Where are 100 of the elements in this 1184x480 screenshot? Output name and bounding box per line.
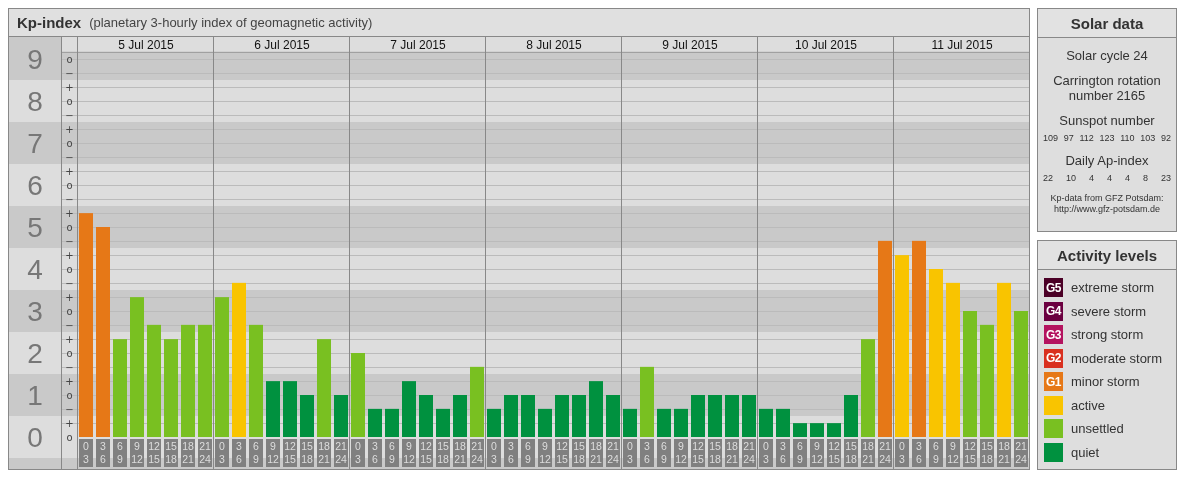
x-tick-label: 3 6 (100, 440, 107, 465)
third-mark: − (65, 109, 74, 121)
x-tick-label: 6 9 (661, 440, 668, 465)
time-range-label: 15 18 (708, 439, 722, 467)
time-range-label: 21 24 (1014, 439, 1028, 467)
third-mark: − (65, 403, 74, 415)
kp-bar (419, 395, 433, 437)
source-url: http://www.gfz-potsdam.de (1052, 204, 1162, 215)
x-tick-label: 3 6 (644, 440, 651, 465)
level-label: active (1071, 397, 1105, 413)
kp-bar (793, 423, 807, 437)
date-label: 8 Jul 2015 (526, 38, 582, 52)
time-range-label: 0 3 (759, 439, 773, 467)
third-mark: + (65, 123, 74, 135)
time-range-label: 0 3 (895, 439, 909, 467)
third-mark: + (65, 165, 74, 177)
level-label: quiet (1071, 444, 1100, 460)
date-label: 6 Jul 2015 (254, 38, 310, 52)
time-range-label: 15 18 (436, 439, 450, 467)
third-mark: o (66, 389, 73, 401)
kp-bar (725, 395, 739, 437)
time-range-label: 6 9 (793, 439, 807, 467)
time-range-label: 21 24 (198, 439, 212, 467)
time-range-label: 18 21 (997, 439, 1011, 467)
time-range-label: 6 9 (521, 439, 535, 467)
x-tick-label: 0 3 (491, 440, 498, 465)
time-range-label: 9 12 (538, 439, 552, 467)
kp-bar (657, 408, 671, 437)
kp-bar (708, 395, 722, 437)
kp-axis-label: 8 (27, 86, 43, 117)
kp-bar (385, 408, 399, 437)
level-label: strong storm (1071, 327, 1144, 342)
time-range-label: 21 24 (470, 439, 484, 467)
third-mark: o (66, 53, 73, 65)
kp-bar (487, 408, 501, 437)
x-tick-label: 3 6 (236, 440, 243, 465)
third-mark: + (65, 81, 74, 93)
ap-index-value: 23 (1160, 173, 1171, 183)
kp-bar (470, 366, 484, 437)
kp-bar (266, 381, 280, 437)
kp-axis-label: 7 (27, 128, 43, 159)
ap-index-value: 10 (1066, 173, 1076, 183)
level-badge: G2 (1044, 348, 1063, 368)
kp-axis-label: 3 (27, 296, 43, 327)
time-range-label: 21 24 (742, 439, 756, 467)
time-range-label: 0 3 (487, 439, 501, 467)
level-label: minor storm (1071, 374, 1140, 389)
third-mark: o (66, 347, 73, 359)
chart-subtitle: (planetary 3-hourly index of geomagnetic activity) (89, 15, 373, 30)
time-range-label: 12 15 (419, 439, 433, 467)
kp-bar (674, 408, 688, 437)
source-text: Kp-data from GFZ Potsdam: (1049, 193, 1165, 204)
time-range-label: 3 6 (912, 439, 926, 467)
x-tick-label: 6 9 (253, 440, 260, 465)
sunspot-value: 123 (1099, 133, 1115, 143)
sunspot-value: 103 (1140, 133, 1156, 143)
kp-axis-label: 6 (27, 170, 43, 201)
x-tick-label: 6 9 (933, 440, 940, 465)
kp-axis-label: 2 (27, 338, 43, 369)
kp-bar (776, 408, 790, 437)
kp-bar (436, 408, 450, 437)
level-label: extreme storm (1071, 280, 1155, 295)
kp-bar (623, 408, 637, 437)
x-tick-label: 6 9 (389, 440, 396, 465)
time-range-label: 12 15 (555, 439, 569, 467)
x-tick-label: 3 6 (372, 440, 379, 465)
time-range-label: 18 21 (861, 439, 875, 467)
time-range-label: 3 6 (96, 439, 110, 467)
kp-bar (759, 408, 773, 437)
kp-bar (283, 381, 297, 437)
x-tick-label: 6 9 (797, 440, 804, 465)
time-range-label: 15 18 (980, 439, 994, 467)
kp-bar (334, 395, 348, 437)
third-mark: o (66, 305, 73, 317)
time-range-label: 21 24 (334, 439, 348, 467)
time-range-label: 12 15 (147, 439, 161, 467)
kp-bar (691, 395, 705, 437)
third-mark: − (65, 67, 74, 79)
kp-bar (827, 423, 841, 437)
x-tick-label: 0 3 (83, 440, 90, 465)
kp-bar (300, 395, 314, 437)
time-range-label: 18 21 (317, 439, 331, 467)
date-label: 7 Jul 2015 (390, 38, 446, 52)
level-label: severe storm (1071, 303, 1147, 319)
panel-title: Solar data (1038, 9, 1176, 38)
third-mark: + (65, 249, 74, 261)
x-tick-label: 0 3 (899, 440, 906, 465)
third-mark: + (65, 291, 74, 303)
ap-index-value: 22 (1043, 173, 1053, 183)
time-range-label: 3 6 (368, 439, 382, 467)
time-range-label: 0 3 (623, 439, 637, 467)
level-badge: G4 (1044, 301, 1063, 321)
time-range-label: 9 12 (946, 439, 960, 467)
kp-bar (844, 395, 858, 437)
date-label: 11 Jul 2015 (931, 38, 993, 52)
sunspot-value: 92 (1160, 133, 1171, 143)
kp-bar (521, 395, 535, 437)
time-range-label: 0 3 (351, 439, 365, 467)
third-mark: o (66, 221, 73, 233)
panel-title: Activity levels (1038, 241, 1176, 270)
